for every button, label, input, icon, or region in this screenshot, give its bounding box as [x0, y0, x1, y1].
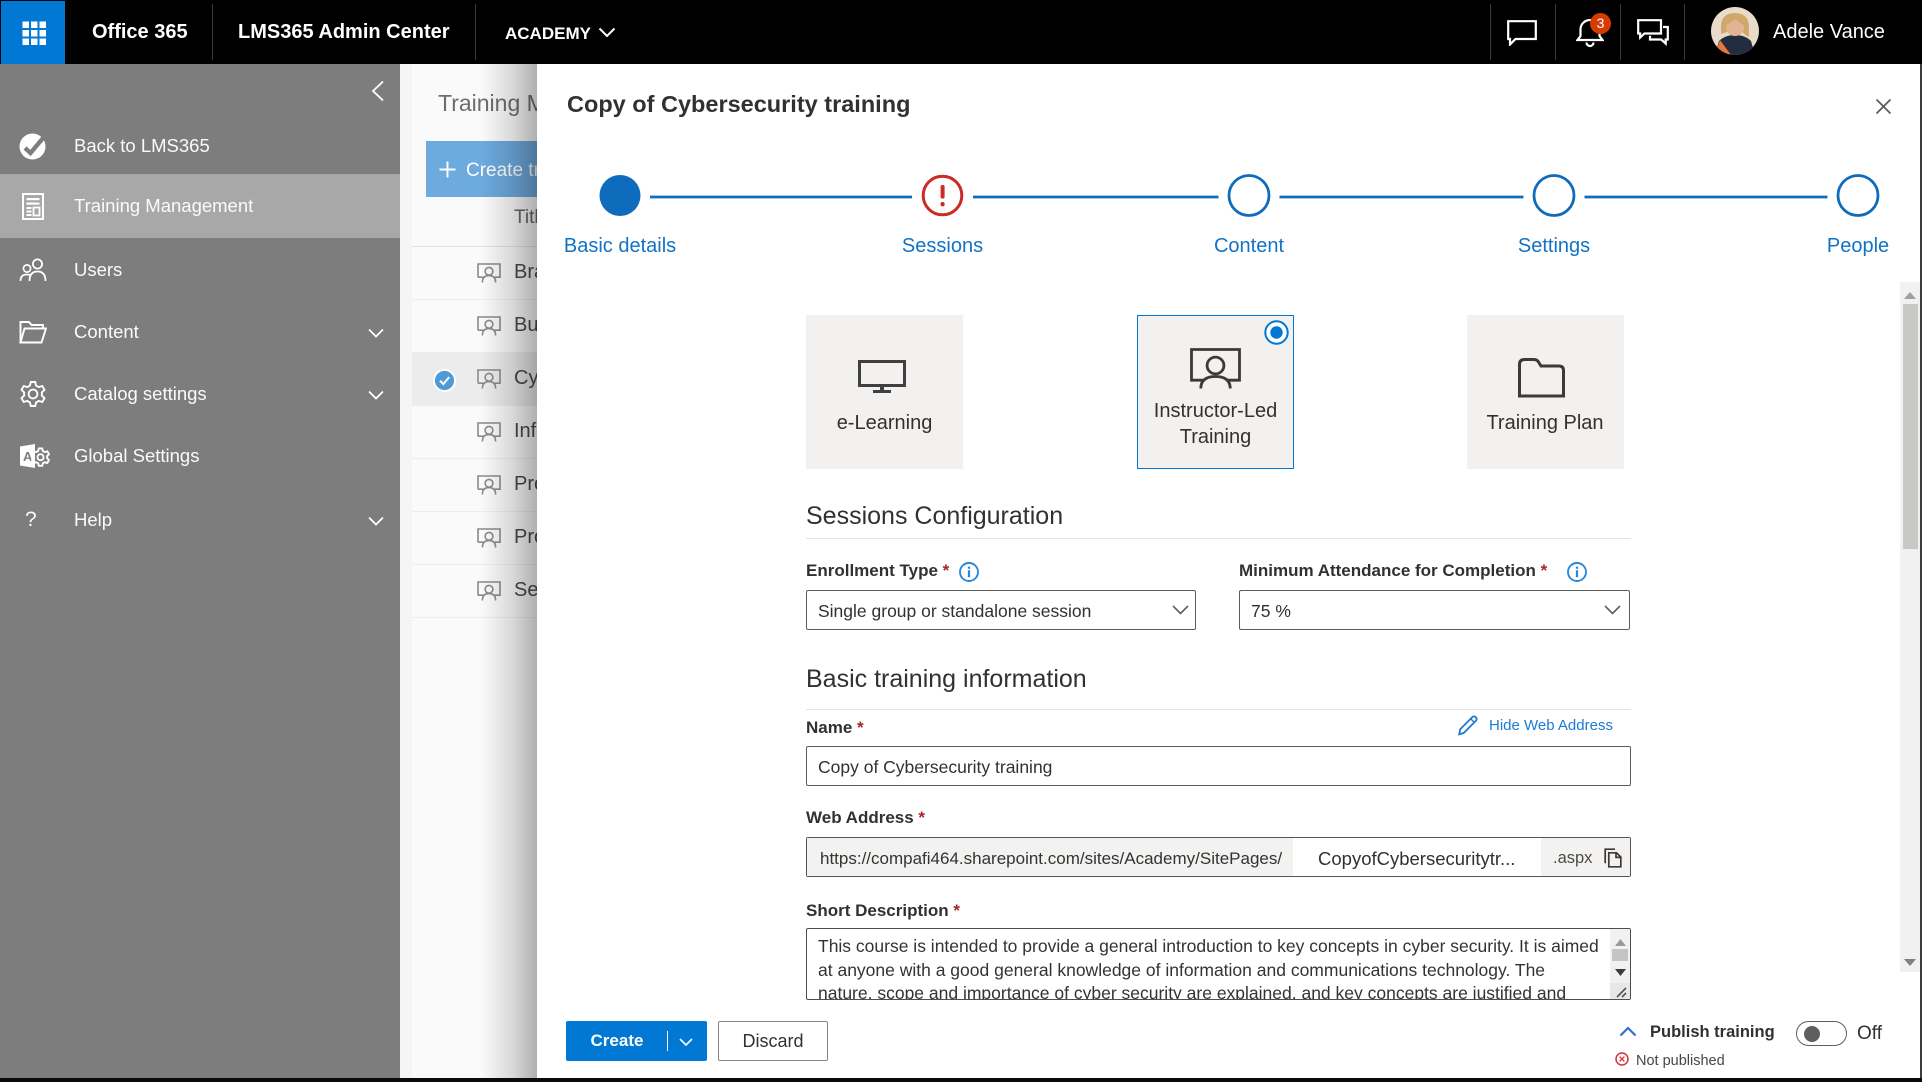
svg-text:A: A: [23, 449, 33, 464]
